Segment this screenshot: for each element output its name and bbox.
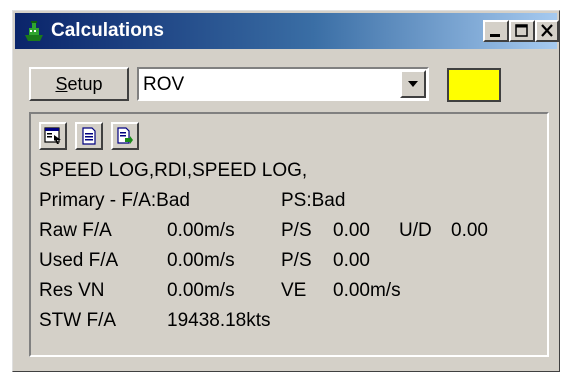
export-icon bbox=[117, 127, 133, 144]
setup-label-rest: etup bbox=[67, 74, 103, 94]
source-dropdown-button[interactable] bbox=[400, 70, 426, 98]
raw-fa-value: 0.00m/s bbox=[167, 220, 235, 241]
raw-ud-value: 0.00 bbox=[451, 220, 488, 241]
window-title: Calculations bbox=[51, 20, 164, 41]
close-button[interactable] bbox=[535, 20, 559, 42]
title-bar[interactable]: Calculations bbox=[15, 13, 559, 49]
document-button[interactable] bbox=[75, 122, 103, 150]
setup-button[interactable]: Setup bbox=[29, 67, 129, 101]
stw-fa-value: 19438.18kts bbox=[167, 310, 271, 331]
used-ps-value: 0.00 bbox=[333, 250, 370, 271]
res-ve-label: VE bbox=[281, 280, 307, 301]
used-fa-value: 0.00m/s bbox=[167, 250, 235, 271]
raw-ps-label: P/S bbox=[281, 220, 312, 241]
export-button[interactable] bbox=[111, 122, 139, 150]
raw-ps-value: 0.00 bbox=[333, 220, 370, 241]
calculations-panel: SPEED LOG,RDI,SPEED LOG, Primary - F/A:B… bbox=[29, 112, 549, 357]
used-ps-label: P/S bbox=[281, 250, 312, 271]
close-icon bbox=[541, 24, 553, 37]
source-select[interactable]: ROV bbox=[137, 67, 429, 101]
ship-app-icon bbox=[25, 21, 43, 41]
maximize-button[interactable] bbox=[509, 20, 535, 42]
res-vn-label: Res VN bbox=[39, 280, 105, 301]
raw-ud-label: U/D bbox=[399, 220, 432, 241]
maximize-icon bbox=[515, 24, 528, 37]
primary-fa-status: Primary - F/A:Bad bbox=[39, 190, 190, 211]
used-fa-label: Used F/A bbox=[39, 250, 119, 271]
status-color-indicator bbox=[447, 68, 501, 102]
raw-fa-label: Raw F/A bbox=[39, 220, 112, 241]
primary-ps-status: PS:Bad bbox=[281, 190, 346, 211]
res-vn-value: 0.00m/s bbox=[167, 280, 235, 301]
chevron-down-icon bbox=[408, 81, 418, 87]
minimize-icon bbox=[490, 34, 500, 37]
minimize-button[interactable] bbox=[483, 20, 509, 42]
properties-icon bbox=[44, 127, 61, 144]
sensors-line: SPEED LOG,RDI,SPEED LOG, bbox=[39, 160, 308, 181]
calculations-window: Calculations Setup ROV SPEED LOG,RDI,SPE… bbox=[12, 10, 560, 372]
properties-button[interactable] bbox=[39, 122, 67, 150]
document-icon bbox=[82, 127, 96, 145]
res-ve-value: 0.00m/s bbox=[333, 280, 401, 301]
setup-mnemonic: S bbox=[55, 74, 68, 94]
source-select-value: ROV bbox=[143, 74, 185, 95]
stw-fa-label: STW F/A bbox=[39, 310, 117, 331]
